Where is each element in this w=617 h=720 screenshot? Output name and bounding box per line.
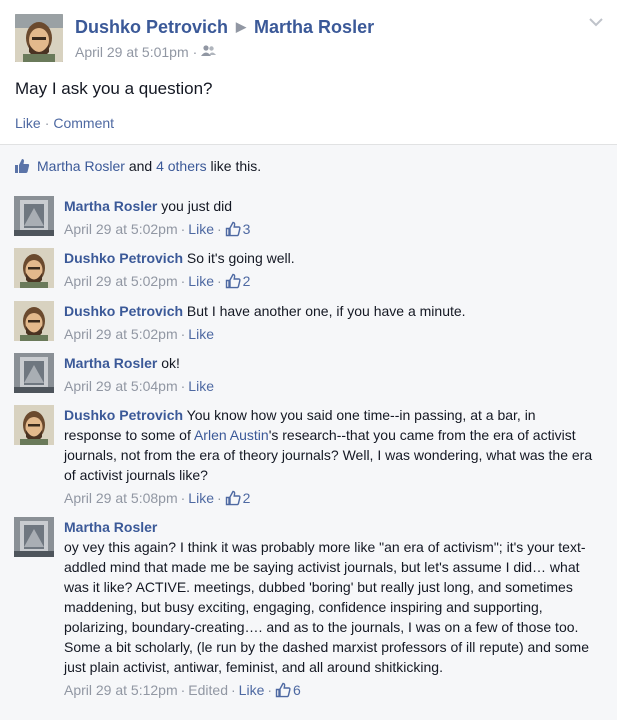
comment-author-link[interactable]: Martha Rosler (64, 517, 594, 537)
post-author-link[interactable]: Dushko Petrovich (75, 17, 228, 37)
comment-author-link[interactable]: Dushko Petrovich (64, 407, 183, 423)
commenter-avatar[interactable] (14, 196, 54, 236)
liker-name-link[interactable]: Martha Rosler (37, 158, 125, 174)
thumbs-up-icon (225, 490, 241, 506)
comment-like-count[interactable]: 3 (225, 221, 251, 237)
likes-text: Martha Rosler and 4 others like this. (37, 158, 261, 174)
like-count-value: 2 (242, 490, 251, 506)
comment-list: Martha Rosler you just did April 29 at 5… (0, 186, 617, 720)
comment-meta: April 29 at 5:02pm · Like · 3 (64, 219, 594, 239)
chevron-down-icon[interactable] (589, 14, 603, 30)
comment-text: ok! (161, 355, 180, 371)
comment-author-link[interactable]: Dushko Petrovich (64, 250, 183, 266)
facebook-post: Dushko Petrovich ▶ Martha Rosler April 29 … (0, 0, 617, 720)
comment-body: Martha Rosler ok! April 29 at 5:04pm · Lik… (64, 353, 594, 396)
post-header-names: Dushko Petrovich ▶ Martha Rosler (75, 17, 374, 38)
comment-like-button[interactable]: Like (188, 273, 214, 289)
comment-timestamp[interactable]: April 29 at 5:04pm (64, 378, 178, 394)
comment-like-button[interactable]: Like (188, 378, 214, 394)
separator-dot: · (180, 378, 186, 394)
thumbs-up-icon (225, 273, 241, 289)
thumbs-up-icon (225, 221, 241, 237)
separator-dot: · (180, 273, 186, 289)
comment-text: But I have another one, if you have a mi… (186, 303, 466, 319)
separator-dot: · (180, 682, 186, 698)
post-meta: April 29 at 5:01pm · (75, 44, 217, 61)
separator-dot: · (192, 44, 198, 60)
comment-timestamp[interactable]: April 29 at 5:08pm (64, 490, 178, 506)
post-timestamp[interactable]: April 29 at 5:01pm (75, 44, 189, 60)
comment-body: Martha Rosler oy vey this again? I think… (64, 517, 594, 700)
comment-body: Dushko Petrovich You know how you said o… (64, 405, 594, 508)
separator-dot: · (180, 490, 186, 506)
others-link[interactable]: 4 others (156, 158, 207, 174)
comment-meta: April 29 at 5:04pm · Like (64, 376, 594, 396)
comment-like-count[interactable]: 2 (225, 490, 251, 506)
comment-like-count[interactable]: 2 (225, 273, 251, 289)
comment-author-link[interactable]: Martha Rosler (64, 198, 157, 214)
post-actions: Like · Comment (15, 115, 114, 131)
separator-dot: · (231, 682, 236, 698)
comment-author-link[interactable]: Dushko Petrovich (64, 303, 183, 319)
comment-timestamp[interactable]: April 29 at 5:02pm (64, 326, 178, 342)
post-recipient-link[interactable]: Martha Rosler (254, 17, 374, 37)
separator-dot: · (267, 682, 273, 698)
comment-meta: April 29 at 5:02pm · Like · 2 (64, 271, 594, 291)
post-text: May I ask you a question? (15, 79, 213, 98)
likes-suffix: like this. (210, 158, 262, 174)
separator-dot: · (216, 490, 222, 506)
separator-dot: · (180, 326, 186, 342)
separator-dot: · (216, 221, 222, 237)
comment-text: So it's going well. (186, 250, 295, 266)
like-button[interactable]: Like (15, 115, 41, 131)
thumbs-up-icon (14, 158, 30, 179)
comment-like-count[interactable]: 6 (275, 682, 301, 698)
comment-text: oy vey this again? I think it was probab… (64, 539, 589, 675)
comment-author-link[interactable]: Martha Rosler (64, 355, 157, 371)
comment-body: Martha Rosler you just did April 29 at 5… (64, 196, 594, 239)
comment-meta: April 29 at 5:02pm · Like (64, 324, 594, 344)
comment-timestamp[interactable]: April 29 at 5:02pm (64, 221, 178, 237)
comment-text: you just did (161, 198, 233, 214)
like-count-value: 2 (242, 273, 251, 289)
separator-dot: · (44, 115, 50, 131)
comment-body: Dushko Petrovich But I have another one,… (64, 301, 594, 344)
commenter-avatar[interactable] (14, 405, 54, 445)
commenter-avatar[interactable] (14, 301, 54, 341)
comment-timestamp[interactable]: April 29 at 5:02pm (64, 273, 178, 289)
commenter-avatar[interactable] (14, 517, 54, 557)
separator-dot: · (216, 273, 222, 289)
comment-like-button[interactable]: Like (188, 490, 214, 506)
author-avatar[interactable] (15, 14, 63, 62)
comment-like-button[interactable]: Like (188, 221, 214, 237)
friends-audience-icon[interactable] (201, 44, 217, 60)
comment-button[interactable]: Comment (53, 115, 114, 131)
comment-timestamp[interactable]: April 29 at 5:12pm (64, 682, 178, 698)
like-count-value: 3 (242, 221, 251, 237)
likes-and: and (128, 158, 153, 174)
comment-meta: April 29 at 5:12pm · Edited · Like · 6 (64, 680, 594, 700)
separator-dot: · (180, 221, 186, 237)
likes-summary: Martha Rosler and 4 others like this. (0, 144, 617, 187)
like-count-value: 6 (293, 682, 301, 698)
mention-link[interactable]: Arlen Austin (194, 427, 269, 443)
comment-like-button[interactable]: Like (188, 326, 214, 342)
thumbs-up-icon (275, 682, 291, 698)
commenter-avatar[interactable] (14, 353, 54, 393)
comment-meta: April 29 at 5:08pm · Like · 2 (64, 488, 594, 508)
edited-label[interactable]: Edited (188, 682, 228, 698)
arrow-right-icon: ▶ (236, 19, 247, 34)
commenter-avatar[interactable] (14, 248, 54, 288)
comment-like-button[interactable]: Like (239, 682, 265, 698)
comment-body: Dushko Petrovich So it's going well. Apr… (64, 248, 594, 291)
